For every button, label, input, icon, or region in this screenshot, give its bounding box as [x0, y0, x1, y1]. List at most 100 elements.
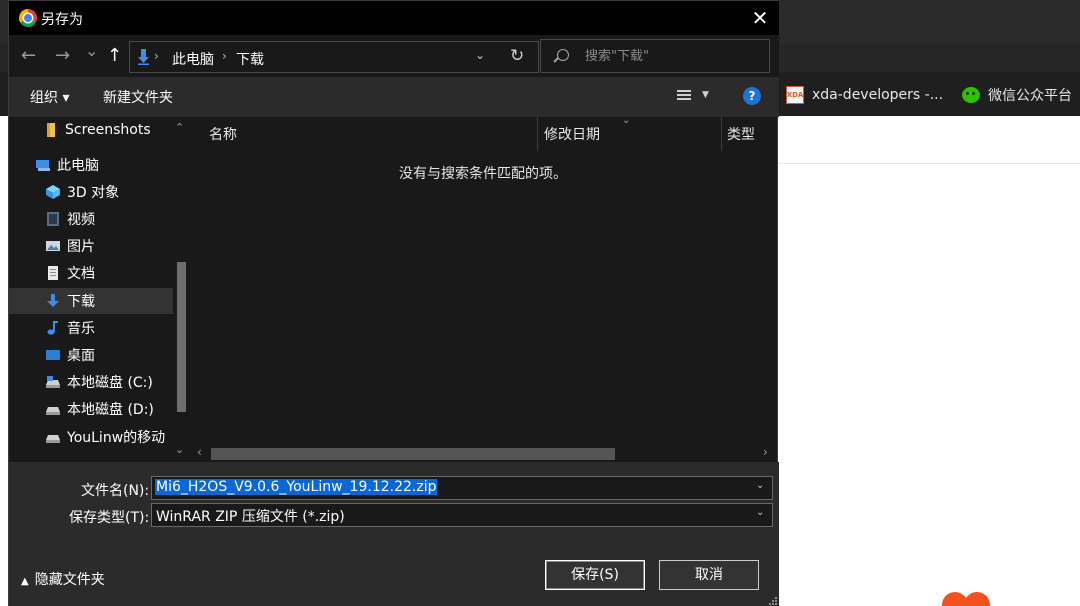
sidebar-item-drive-d[interactable]: 本地磁盘 (D:) [9, 396, 173, 422]
horizontal-scrollbar[interactable]: ‹ › [189, 444, 777, 462]
filetype-label: 保存类型(T): [69, 510, 150, 526]
empty-message: 没有与搜索条件匹配的项。 [399, 166, 567, 182]
sidebar-item-label: 下载 [67, 294, 95, 310]
sidebar-item-label: 文档 [67, 266, 95, 282]
sidebar-scroll-thumb[interactable] [177, 262, 186, 412]
breadcrumb-separator: › [222, 49, 227, 63]
sidebar-item-label: 本地磁盘 (C:) [67, 375, 153, 391]
download-icon [47, 294, 59, 307]
column-divider[interactable] [721, 117, 722, 151]
drive-icon [46, 376, 60, 388]
sidebar-item-desktop[interactable]: 桌面 [9, 342, 173, 368]
save-as-dialog: 另存为 ✕ ← → ⌄ ↑ › 此电脑 › 下载 ⌄ ↻ 组织 ▾ 新建文件夹 … [8, 0, 779, 606]
view-options-icon[interactable] [677, 90, 691, 103]
address-bar[interactable]: › 此电脑 › 下载 ⌄ ↻ [129, 41, 539, 73]
folder-icon [47, 123, 55, 137]
breadcrumb-separator: › [154, 49, 159, 63]
file-list: 名称 ⌄ 修改日期 类型 没有与搜索条件匹配的项。 ‹ › [189, 115, 777, 462]
breadcrumb-downloads[interactable]: 下载 [236, 49, 264, 69]
bookmark-label: xda-developers -... [812, 87, 944, 103]
sidebar-item-downloads[interactable]: 下载 [9, 288, 173, 314]
navigation-pane: Screenshots 此电脑 3D 对象 视频 图片 文档 下载 音乐 桌面 … [9, 117, 189, 462]
organize-button[interactable]: 组织 ▾ [30, 87, 69, 107]
command-toolbar: 组织 ▾ 新建文件夹 ▼ ? [9, 77, 779, 117]
help-icon[interactable]: ? [743, 87, 761, 105]
pictures-icon [46, 241, 60, 251]
breadcrumb-this-pc[interactable]: 此电脑 [172, 49, 214, 69]
address-dropdown-button[interactable]: ⌄ [475, 48, 485, 62]
scroll-right-icon[interactable]: › [763, 445, 768, 459]
filename-dropdown-icon[interactable]: ⌄ [756, 480, 764, 491]
sidebar-item-drive-c[interactable]: 本地磁盘 (C:) [9, 369, 173, 395]
close-button[interactable]: ✕ [747, 5, 773, 31]
sort-indicator-icon: ⌄ [622, 115, 631, 126]
filetype-value: WinRAR ZIP 压缩文件 (*.zip) [156, 509, 345, 525]
bookmark-label: 微信公众平台 [988, 88, 1072, 104]
column-header-type[interactable]: 类型 [727, 121, 755, 147]
drive-icon [46, 407, 60, 415]
up-button[interactable]: ↑ [107, 45, 122, 66]
resize-grip-icon[interactable] [767, 595, 777, 605]
filetype-dropdown-icon[interactable]: ⌄ [756, 507, 764, 518]
sidebar-item-removable[interactable]: YouLinw的移动 [9, 424, 173, 450]
sidebar-item-label: YouLinw的移动 [67, 430, 166, 446]
orange-logo-icon [942, 592, 994, 606]
sidebar-item-label: 图片 [67, 239, 95, 255]
chevron-up-icon: ▲ [21, 576, 29, 587]
recent-locations-button[interactable]: ⌄ [85, 41, 98, 60]
bookmark-wechat[interactable]: 微信公众平台 [962, 84, 1072, 106]
sidebar-item-label: Screenshots [65, 122, 151, 138]
filename-value[interactable]: Mi6_H2OS_V9.0.6_YouLinw_19.12.22.zip [155, 479, 438, 495]
sidebar-item-label: 本地磁盘 (D:) [67, 402, 154, 418]
filename-field[interactable]: Mi6_H2OS_V9.0.6_YouLinw_19.12.22.zip ⌄ [151, 476, 773, 500]
sidebar-item-video[interactable]: 视频 [9, 206, 173, 232]
scroll-down-icon[interactable]: ⌄ [175, 443, 184, 456]
browser-page [778, 116, 1080, 606]
scroll-left-icon[interactable]: ‹ [197, 445, 202, 459]
page-divider [778, 163, 1080, 164]
column-header-name[interactable]: 名称 [209, 121, 237, 147]
sidebar-item-this-pc[interactable]: 此电脑 [9, 152, 173, 178]
music-icon [47, 321, 58, 335]
cancel-button[interactable]: 取消 [659, 560, 759, 590]
filename-label: 文件名(N): [81, 483, 150, 499]
3d-objects-icon [46, 185, 60, 199]
dialog-title: 另存为 [41, 12, 83, 28]
column-divider[interactable] [537, 117, 538, 151]
removable-drive-icon [46, 435, 60, 443]
download-arrow-icon [138, 49, 149, 65]
document-icon [48, 266, 58, 280]
sidebar-item-pictures[interactable]: 图片 [9, 233, 173, 259]
search-box[interactable] [540, 39, 770, 73]
wechat-icon [962, 87, 980, 103]
sidebar-item-3d-objects[interactable]: 3D 对象 [9, 179, 173, 205]
save-button[interactable]: 保存(S) [545, 560, 645, 590]
sidebar-item-documents[interactable]: 文档 [9, 260, 173, 286]
back-button[interactable]: ← [21, 45, 36, 66]
search-icon [557, 49, 569, 61]
horizontal-scroll-thumb[interactable] [211, 448, 615, 460]
bookmark-xda[interactable]: XDA xda-developers -... [786, 84, 943, 106]
forward-button[interactable]: → [55, 45, 70, 66]
sidebar-item-label: 桌面 [67, 348, 95, 364]
hide-folders-label: 隐藏文件夹 [34, 572, 105, 588]
sidebar-item-screenshots[interactable]: Screenshots [9, 117, 173, 143]
view-dropdown-icon[interactable]: ▼ [702, 90, 709, 100]
sidebar-item-label: 此电脑 [57, 158, 99, 174]
save-options: 文件名(N): Mi6_H2OS_V9.0.6_YouLinw_19.12.22… [9, 462, 779, 606]
hide-folders-toggle[interactable]: ▲ 隐藏文件夹 [21, 569, 105, 589]
computer-icon [36, 160, 50, 171]
dialog-titlebar: 另存为 ✕ [9, 1, 779, 35]
xda-icon: XDA [786, 86, 804, 104]
search-input[interactable] [585, 46, 765, 66]
column-header-date[interactable]: 修改日期 [544, 121, 600, 147]
sidebar-item-label: 3D 对象 [67, 185, 120, 201]
scroll-up-icon[interactable]: ⌃ [175, 121, 184, 134]
filetype-select[interactable]: WinRAR ZIP 压缩文件 (*.zip) ⌄ [151, 503, 773, 527]
sidebar-item-label: 音乐 [67, 321, 95, 337]
refresh-button[interactable]: ↻ [510, 46, 524, 66]
desktop-icon [46, 350, 60, 360]
sidebar-item-label: 视频 [67, 212, 95, 228]
sidebar-item-music[interactable]: 音乐 [9, 315, 173, 341]
new-folder-button[interactable]: 新建文件夹 [103, 87, 173, 107]
